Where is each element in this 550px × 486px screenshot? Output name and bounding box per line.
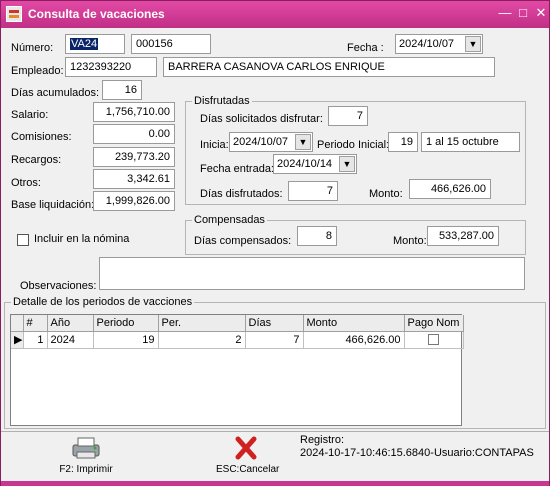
salario-label: Salario:	[11, 109, 49, 121]
close-icon[interactable]: ✕	[533, 5, 549, 21]
pago-nom-checkbox[interactable]	[428, 334, 439, 346]
inicia-combo[interactable]: 2024/10/07 ▼	[229, 132, 313, 152]
title-bar[interactable]: Consulta de vacaciones — □ ✕	[1, 1, 549, 28]
disfrutadas-title: Disfrutadas	[192, 95, 252, 107]
window-bottom-border	[1, 481, 549, 486]
dias-acumulados-field: 16	[102, 80, 142, 100]
app-icon	[6, 6, 22, 22]
observaciones-input[interactable]	[99, 257, 525, 290]
indicator-header	[11, 315, 24, 332]
row-periodo-cell[interactable]: 19	[93, 331, 159, 349]
table-header-row: # Año Periodo Per. Días Monto Pago Nom	[11, 315, 464, 332]
cancelar-label: ESC:Cancelar	[216, 464, 280, 475]
fecha-entrada-value: 2024/10/14	[277, 158, 333, 170]
table-row[interactable]: ▶ 1 2024 19 2 7 466,626.00	[11, 331, 464, 349]
row-pago-nom-cell[interactable]	[404, 331, 464, 349]
cancelar-button[interactable]: ESC:Cancelar	[216, 435, 280, 475]
observaciones-label: Observaciones:	[20, 280, 97, 292]
recargos-field: 239,773.20	[93, 147, 175, 167]
column-header[interactable]: Año	[47, 315, 94, 332]
registro-label: Registro:	[300, 434, 345, 446]
inicia-label: Inicia:	[200, 139, 229, 151]
numero-prefix-input[interactable]: VA24	[65, 34, 125, 54]
fecha-entrada-label: Fecha entrada:	[200, 163, 274, 175]
salario-field: 1,756,710.00	[93, 102, 175, 122]
dias-compensados-label: Días compensados:	[194, 235, 292, 247]
periodo-inicial-label: Periodo Inicial:	[317, 139, 390, 151]
window-title: Consulta de vacaciones	[28, 7, 165, 21]
comisiones-field: 0.00	[93, 124, 175, 144]
periodo-inicial-desc-field: 1 al 15 octubre	[421, 132, 520, 152]
monto-compensadas-label: Monto:	[393, 235, 427, 247]
column-header[interactable]: Periodo	[93, 315, 159, 332]
monto-disfrutadas-field: 466,626.00	[409, 179, 491, 199]
otros-field: 3,342.61	[93, 169, 175, 189]
row-per-cell[interactable]: 2	[158, 331, 246, 349]
cancel-x-icon	[235, 436, 257, 460]
fecha-label: Fecha :	[347, 42, 384, 54]
chevron-down-icon[interactable]: ▼	[339, 156, 355, 172]
incluir-nomina-label: Incluir en la nómina	[34, 233, 130, 245]
base-liquidacion-label: Base liquidación:	[11, 199, 95, 211]
minimize-icon[interactable]: —	[497, 5, 513, 21]
numero-prefix-value: VA24	[70, 38, 99, 50]
empleado-id-input[interactable]: 1232393220	[65, 57, 157, 77]
chevron-down-icon[interactable]: ▼	[465, 36, 481, 52]
detalle-grid[interactable]: # Año Periodo Per. Días Monto Pago Nom ▶…	[10, 314, 464, 426]
fecha-combo[interactable]: 2024/10/07 ▼	[395, 34, 483, 54]
column-header[interactable]: Monto	[303, 315, 405, 332]
incluir-nomina-checkbox[interactable]	[17, 234, 29, 246]
periodo-inicial-num-field: 19	[388, 132, 418, 152]
column-header[interactable]: Pago Nom	[404, 315, 464, 332]
window: Consulta de vacaciones — □ ✕ Número: VA2…	[0, 0, 550, 486]
inicia-value: 2024/10/07	[233, 136, 289, 148]
column-header[interactable]: Días	[245, 315, 304, 332]
column-header[interactable]: #	[23, 315, 48, 332]
dias-solicitados-label: Días solicitados disfrutar:	[200, 113, 323, 125]
base-liquidacion-field: 1,999,826.00	[93, 191, 175, 211]
footer-separator	[1, 431, 549, 432]
dias-acumulados-label: Días acumulados:	[11, 87, 100, 99]
comisiones-label: Comisiones:	[11, 131, 72, 143]
numero-label: Número:	[11, 42, 54, 54]
maximize-icon[interactable]: □	[515, 5, 531, 21]
dias-compensados-input[interactable]: 8	[297, 226, 337, 246]
dias-disfrutados-field: 7	[288, 181, 338, 201]
dias-solicitados-input[interactable]: 7	[328, 106, 368, 126]
compensadas-title: Compensadas	[192, 214, 267, 226]
fecha-value: 2024/10/07	[399, 38, 455, 50]
fecha-entrada-combo[interactable]: 2024/10/14 ▼	[273, 154, 357, 174]
row-pointer-icon: ▶	[11, 331, 24, 349]
chevron-down-icon[interactable]: ▼	[295, 134, 311, 150]
monto-disfrutadas-label: Monto:	[369, 188, 403, 200]
monto-compensadas-field: 533,287.00	[427, 226, 499, 246]
empleado-label: Empleado:	[11, 65, 64, 77]
column-header[interactable]: Per.	[158, 315, 246, 332]
row-anio-cell[interactable]: 2024	[47, 331, 94, 349]
imprimir-label: F2: Imprimir	[59, 464, 113, 475]
detalle-table: # Año Periodo Per. Días Monto Pago Nom ▶…	[11, 315, 464, 349]
otros-label: Otros:	[11, 177, 41, 189]
row-num-cell[interactable]: 1	[23, 331, 48, 349]
dias-disfrutados-label: Días disfrutados:	[200, 188, 283, 200]
recargos-label: Recargos:	[11, 154, 62, 166]
row-dias-cell[interactable]: 7	[245, 331, 304, 349]
numero-input[interactable]: 000156	[131, 34, 211, 54]
imprimir-button[interactable]: F2: Imprimir	[56, 435, 116, 475]
detalle-title: Detalle de los periodos de vacciones	[11, 296, 195, 308]
row-monto-cell[interactable]: 466,626.00	[303, 331, 405, 349]
printer-icon	[72, 437, 100, 459]
empleado-nombre-field: BARRERA CASANOVA CARLOS ENRIQUE	[163, 57, 495, 77]
registro-value: 2024-10-17-10:46:15.6840-Usuario:CONTAPA…	[300, 447, 534, 459]
